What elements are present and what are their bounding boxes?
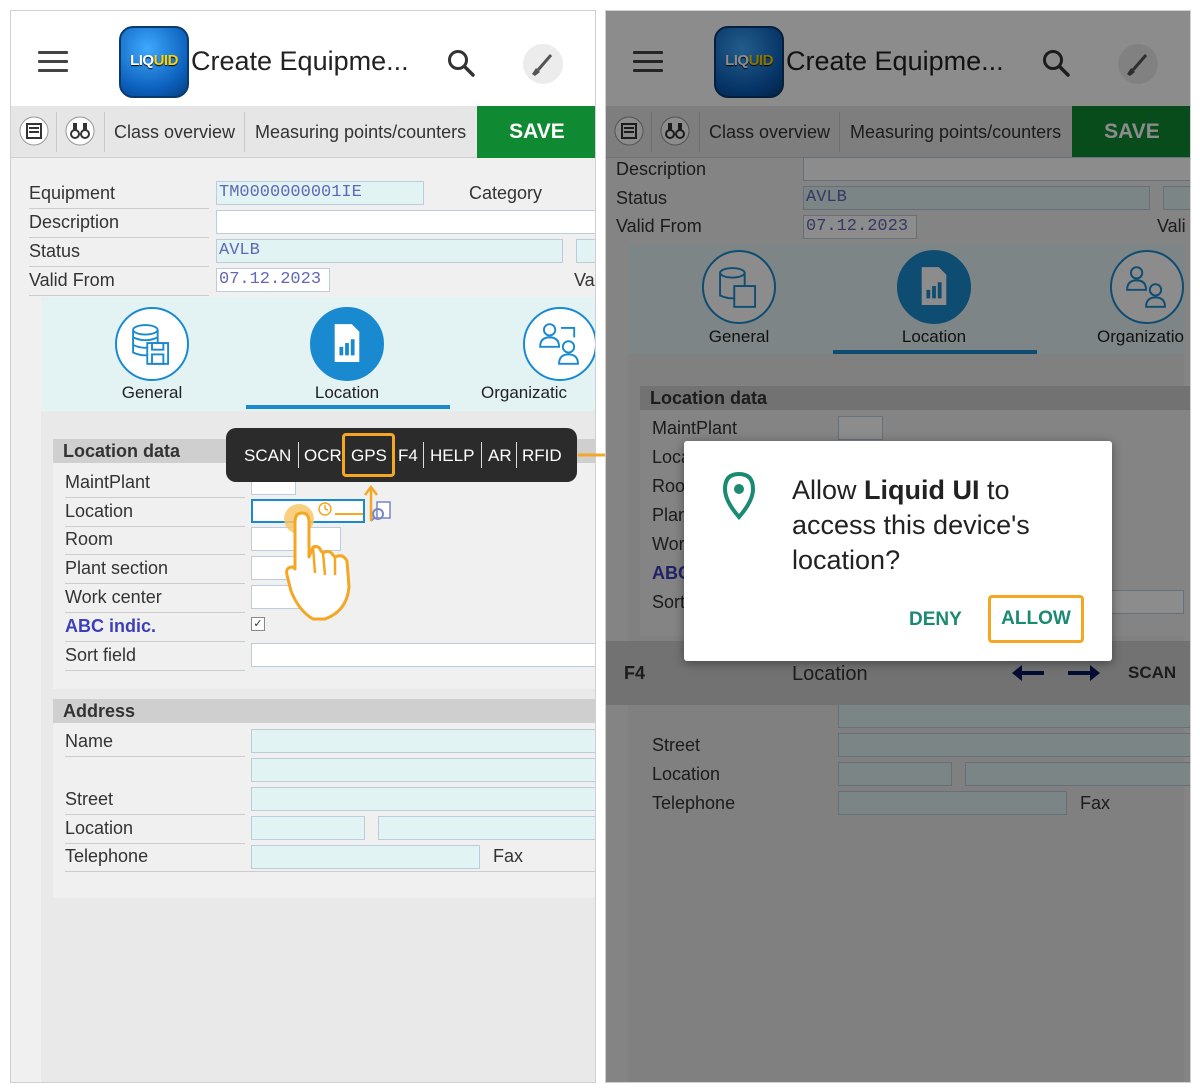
tab-strip: General Location Organizatic (41, 297, 595, 411)
address-street-label: Street (65, 789, 114, 809)
status-label: Status (29, 241, 81, 261)
valid-from-label: Valid From (29, 270, 115, 290)
ar-button[interactable]: AR (488, 446, 512, 466)
gps-highlight (342, 433, 395, 477)
toolbar: Class overview Measuring points/counters… (11, 106, 595, 158)
address-header: Address (53, 699, 595, 723)
app-bar: LIQUID Create Equipme... (11, 11, 595, 106)
address-name-label: Name (65, 731, 114, 751)
address-name-field[interactable] (251, 729, 595, 753)
abc-indic-label: ABC indic. (65, 616, 157, 636)
location-pin-icon (722, 471, 756, 521)
plant-section-label: Plant section (65, 558, 169, 578)
context-toolbar: SCAN OCR GPS F4 HELP AR RFID (226, 428, 577, 482)
description-label: Description (29, 212, 120, 232)
address-city-field[interactable] (378, 816, 595, 840)
tab-location[interactable]: Location (267, 383, 427, 403)
class-overview-button[interactable]: Class overview (114, 122, 235, 143)
equipment-field[interactable]: TM0000000001IE (216, 181, 424, 205)
status-field-2[interactable] (576, 239, 595, 263)
location-permission-dialog: Allow Liquid UI to access this device's … (684, 441, 1112, 661)
tab-organization[interactable]: Organizatic (481, 383, 595, 403)
abc-indic-checkbox[interactable]: ✓ (251, 617, 265, 631)
address-street-field[interactable] (251, 787, 595, 811)
save-button[interactable]: SAVE (477, 106, 595, 158)
search-icon[interactable] (446, 48, 476, 78)
status-field[interactable]: AVLB (216, 239, 563, 263)
measuring-points-button[interactable]: Measuring points/counters (255, 122, 466, 143)
address-location-label: Location (65, 818, 134, 838)
address-telephone-label: Telephone (65, 846, 149, 866)
right-screen: LIQUID Create Equipme... Class overview … (605, 10, 1191, 1083)
ocr-button[interactable]: OCR (304, 446, 342, 466)
equipment-label: Equipment (29, 183, 116, 203)
description-field[interactable] (216, 210, 595, 234)
address-postal-field[interactable] (251, 816, 365, 840)
tap-hand-icon (284, 502, 363, 621)
page-title: Create Equipme... (191, 46, 409, 76)
f4-button[interactable]: F4 (398, 446, 418, 466)
maint-plant-label: MaintPlant (65, 472, 151, 492)
hamburger-menu-icon[interactable] (38, 51, 68, 75)
category-label: Category (469, 183, 543, 203)
valid-from-field[interactable]: 07.12.2023 (216, 268, 330, 292)
deny-button[interactable]: DENY (909, 609, 962, 631)
left-screen: LIQUID Create Equipme... Class overview … (10, 10, 596, 1083)
arrow-up-icon (364, 485, 378, 521)
document-list-icon[interactable] (19, 116, 49, 146)
scan-button[interactable]: SCAN (244, 446, 291, 466)
liquid-logo: LIQUID (119, 26, 189, 98)
room-label: Room (65, 529, 114, 549)
sort-field-input[interactable] (251, 643, 595, 667)
allow-button[interactable]: ALLOW (988, 595, 1084, 643)
dialog-message: Allow Liquid UI to access this device's … (792, 475, 1030, 575)
address-name2-field[interactable] (251, 758, 595, 782)
binoculars-icon[interactable] (65, 116, 95, 146)
location-label: Location (65, 501, 134, 521)
tab-location-underline (246, 405, 450, 409)
settings-brush-icon[interactable] (523, 44, 563, 84)
help-button[interactable]: HELP (430, 446, 474, 466)
sort-field-label: Sort field (65, 645, 137, 665)
address-fax-label: Fax (493, 846, 524, 866)
work-center-label: Work center (65, 587, 162, 607)
tab-general[interactable]: General (72, 383, 232, 403)
address-telephone-field[interactable] (251, 845, 480, 869)
tab-general-icon[interactable] (115, 307, 189, 381)
rfid-button[interactable]: RFID (522, 446, 562, 466)
tab-organization-icon[interactable] (523, 307, 595, 381)
valid-to-label: Va (574, 270, 595, 290)
tab-location-icon[interactable] (310, 307, 384, 381)
